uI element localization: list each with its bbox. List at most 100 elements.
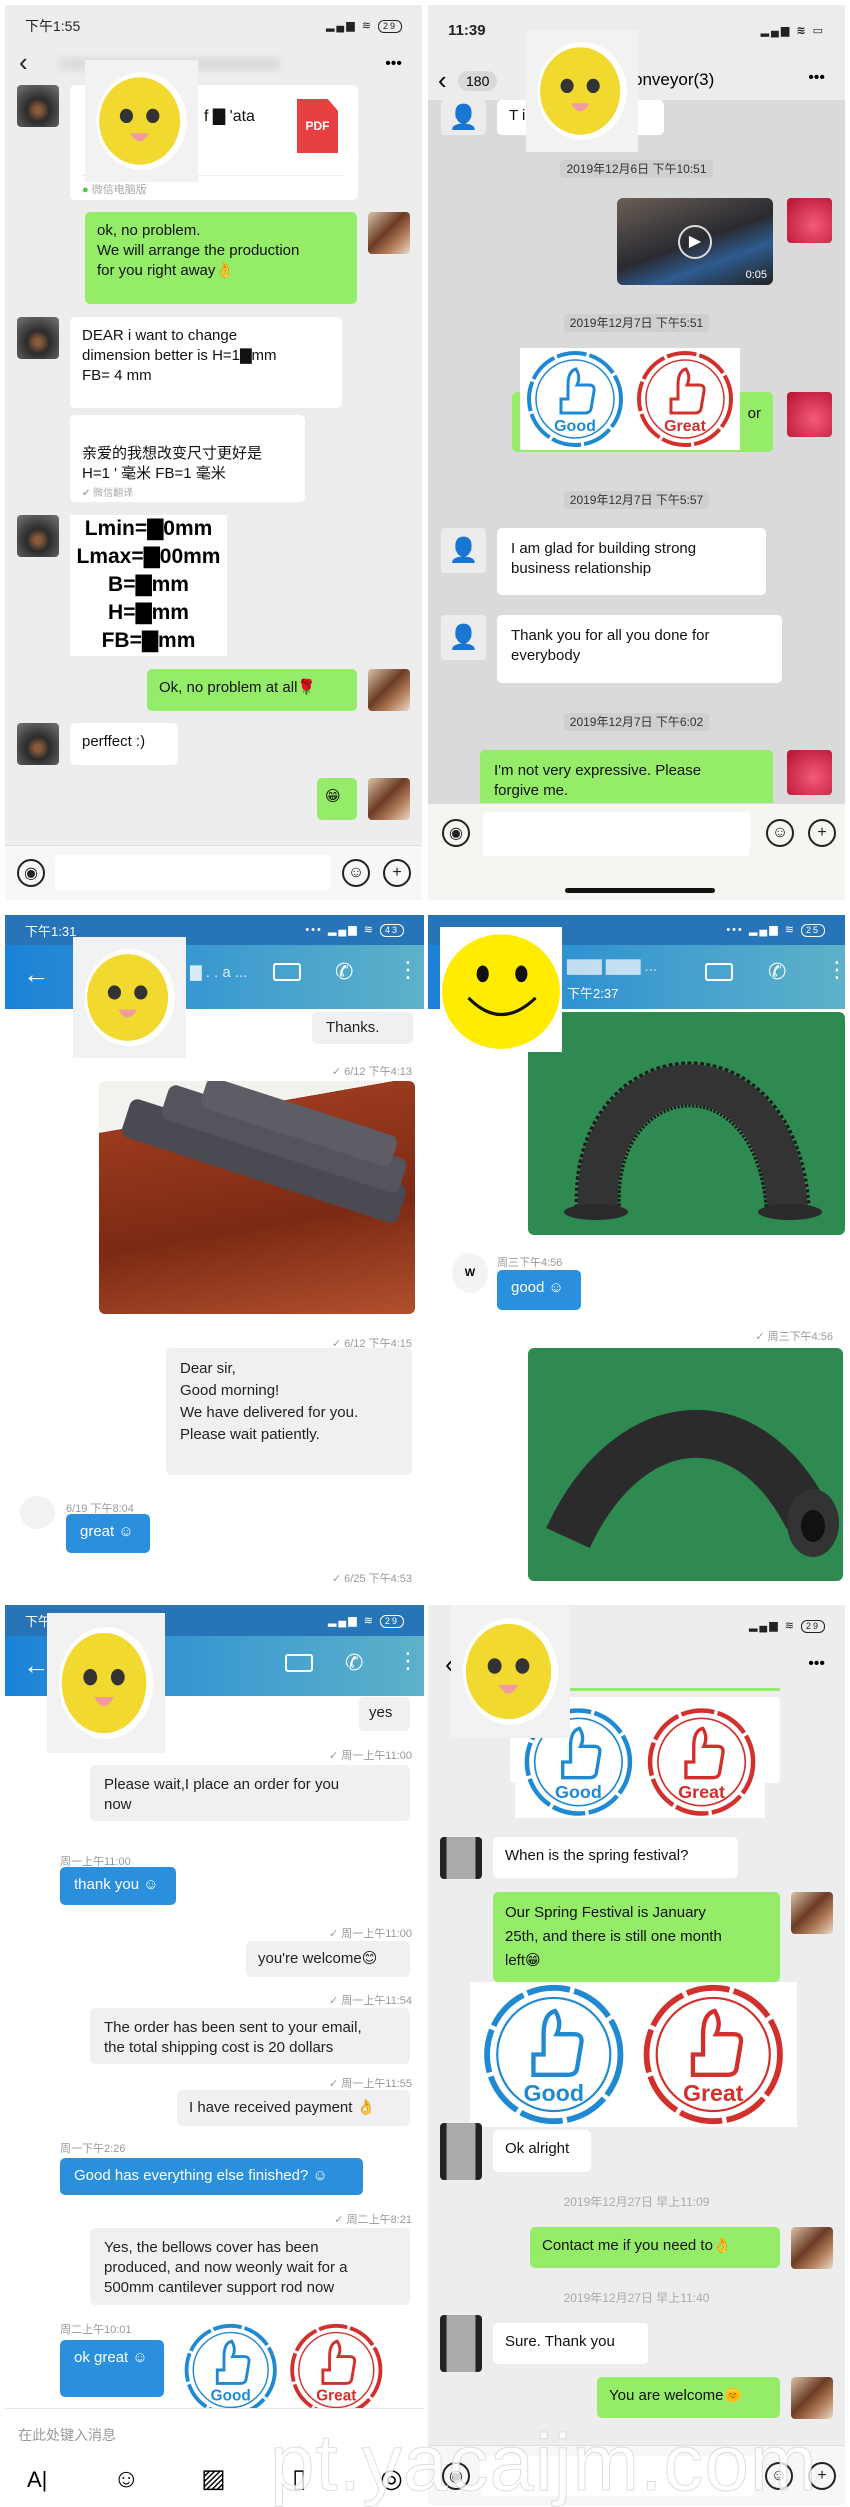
video-call-icon[interactable] <box>705 963 733 981</box>
my-avatar[interactable] <box>787 750 832 795</box>
timestamp-text: 2019年12月6日 下午10:51 <box>560 160 713 178</box>
battery-icon: 29 <box>379 1614 404 1628</box>
smiley-face-icon <box>442 934 560 1049</box>
phone-icon[interactable]: ✆ <box>345 1650 363 1676</box>
input-bar: ◉ ☺ + <box>5 845 422 900</box>
message-sent: you're welcome😊 <box>246 1941 410 1977</box>
video-call-icon[interactable] <box>273 963 301 981</box>
contact-avatar[interactable] <box>440 2123 482 2180</box>
good-stamp: Good <box>527 351 623 447</box>
contact-avatar[interactable]: 👤 <box>441 528 486 573</box>
more-vertical-icon[interactable]: ⋮ <box>397 1648 419 1674</box>
message-sent: Please wait,I place an order for you now <box>90 1765 410 1821</box>
contact-avatar[interactable] <box>440 1837 482 1879</box>
smiley-sticker-overlay <box>440 927 562 1052</box>
play-icon[interactable]: ▶ <box>678 225 712 259</box>
more-icon[interactable]: ••• <box>385 55 402 73</box>
smiley-face-icon <box>465 1623 552 1720</box>
good-great-stamp-image: Good Great <box>520 348 740 450</box>
emoji-icon[interactable]: ☺ <box>113 2463 140 2494</box>
translation-label: 微信翻译 <box>93 488 134 499</box>
timestamp: ✓ 6/25 下午4:53 <box>331 1573 412 1583</box>
my-avatar[interactable] <box>791 1892 833 1934</box>
timestamp-text: 2019年12月7日 下午5:57 <box>563 491 710 509</box>
my-avatar[interactable] <box>791 2377 833 2419</box>
smiley-face-icon <box>540 47 621 135</box>
more-icon[interactable]: ••• <box>808 1655 825 1673</box>
message-sent: The order has been sent to your email, t… <box>90 2008 410 2064</box>
voice-icon[interactable]: ◉ <box>17 859 45 887</box>
message-received: I am glad for building strong business r… <box>497 528 766 595</box>
thumbs-up-icon <box>321 2339 357 2385</box>
smiley-face-icon <box>87 954 169 1041</box>
signal-wifi-battery-icons: ▂▄▆ ≋ 29 <box>749 1619 825 1633</box>
my-avatar[interactable] <box>787 392 832 437</box>
home-indicator[interactable] <box>565 888 715 893</box>
video-call-icon[interactable] <box>285 1654 313 1672</box>
contact-avatar[interactable]: W <box>452 1253 488 1293</box>
image-icon[interactable]: ▨ <box>201 2463 226 2494</box>
great-stamp-label: Great <box>664 418 706 435</box>
smiley-sticker-overlay <box>47 1613 165 1753</box>
phone-icon[interactable]: ✆ <box>335 959 353 985</box>
pdf-source-label: 微信电脑版 <box>91 184 147 196</box>
product-photo-bellows-2[interactable] <box>528 1348 843 1581</box>
signal-wifi-battery-icons: ••• ▂▄▆ ≋ 43 <box>305 923 404 937</box>
thumbs-up-icon <box>215 2339 251 2385</box>
back-arrow-icon[interactable]: ← <box>23 959 49 990</box>
chat-header: ← ▇ . . a ... ✆ ⋮ <box>5 945 424 1009</box>
message-input[interactable] <box>55 855 330 891</box>
more-vertical-icon[interactable]: ⋮ <box>826 957 845 983</box>
contact-avatar[interactable] <box>17 723 59 765</box>
battery-icon: 25 <box>800 924 825 937</box>
phone-icon[interactable]: ✆ <box>768 959 786 985</box>
my-avatar[interactable] <box>787 198 832 243</box>
my-avatar[interactable] <box>368 778 410 820</box>
signal-wifi-battery-icons: ▂▄▆ ≋ 29 <box>326 19 402 33</box>
pdf-icon-label: PDF <box>305 119 330 133</box>
contact-avatar[interactable] <box>17 317 59 359</box>
contact-avatar[interactable] <box>17 85 59 127</box>
status-bar: 下午1:31 ••• ▂▄▆ ≋ 43 <box>5 915 424 945</box>
my-avatar[interactable] <box>368 212 410 254</box>
more-icon[interactable]: ••• <box>808 69 825 87</box>
plus-icon[interactable]: + <box>808 819 836 847</box>
contact-avatar[interactable]: 👤 <box>441 100 486 135</box>
chat-title: onveyor(3) <box>633 70 715 89</box>
signal-wifi-battery-icons: ••• ▂▄▆ ≋ 25 <box>726 923 825 937</box>
thumbs-up-icon <box>559 367 596 415</box>
contact-avatar[interactable] <box>20 1496 55 1529</box>
video-message[interactable]: ▶ 0:05 <box>617 198 773 285</box>
back-arrow-icon[interactable]: ← <box>23 1650 49 1681</box>
message-sent: Our Spring Festival is January 25th, and… <box>493 1892 780 1982</box>
product-photo-rollers[interactable] <box>99 1081 415 1314</box>
spec-line: H=▇mm <box>108 601 189 624</box>
contact-avatar[interactable] <box>17 515 59 557</box>
translation-footer: ✔ 微信翻译 <box>82 488 134 499</box>
message-input[interactable] <box>483 812 750 856</box>
timestamp-text: 2019年12月7日 下午5:51 <box>563 314 710 332</box>
emoji-icon[interactable]: ☺ <box>766 819 794 847</box>
emoji-icon[interactable]: ☺ <box>342 859 370 887</box>
my-avatar[interactable] <box>368 669 410 711</box>
message-received: perffect :) <box>70 723 178 765</box>
contact-avatar[interactable]: 👤 <box>441 615 486 660</box>
message-received: thank you ☺ <box>60 1867 176 1905</box>
back-icon[interactable]: ‹ <box>19 47 28 78</box>
my-avatar[interactable] <box>791 2227 833 2269</box>
good-stamp-label: Good <box>523 2080 584 2106</box>
contact-avatar[interactable] <box>440 2315 482 2372</box>
wechat-chat-panel-3: ▂▄▆ ≋ 29 ‹ ••• Good Great When is the spr… <box>428 1605 845 2505</box>
spec-image-message[interactable]: Lmin=▇0mm Lmax=▇00mm B=▇mm H=▇mm FB=▇mm <box>70 515 227 656</box>
text-format-icon[interactable]: A| <box>27 2467 47 2493</box>
timestamp: 2019年12月7日 下午5:57 <box>428 491 845 509</box>
back-icon[interactable]: ‹ <box>438 65 447 96</box>
unread-count-badge[interactable]: 180 <box>458 71 498 91</box>
plus-icon[interactable]: + <box>383 859 411 887</box>
product-photo-bellows-1[interactable] <box>528 1012 845 1235</box>
watermark: pt.yacaijm.com <box>269 2418 818 2507</box>
good-great-stamp-image: Good Great <box>175 2322 392 2418</box>
message-input[interactable]: 在此处键入消息 <box>18 2425 116 2445</box>
more-vertical-icon[interactable]: ⋮ <box>397 957 419 983</box>
voice-icon[interactable]: ◉ <box>442 819 470 847</box>
